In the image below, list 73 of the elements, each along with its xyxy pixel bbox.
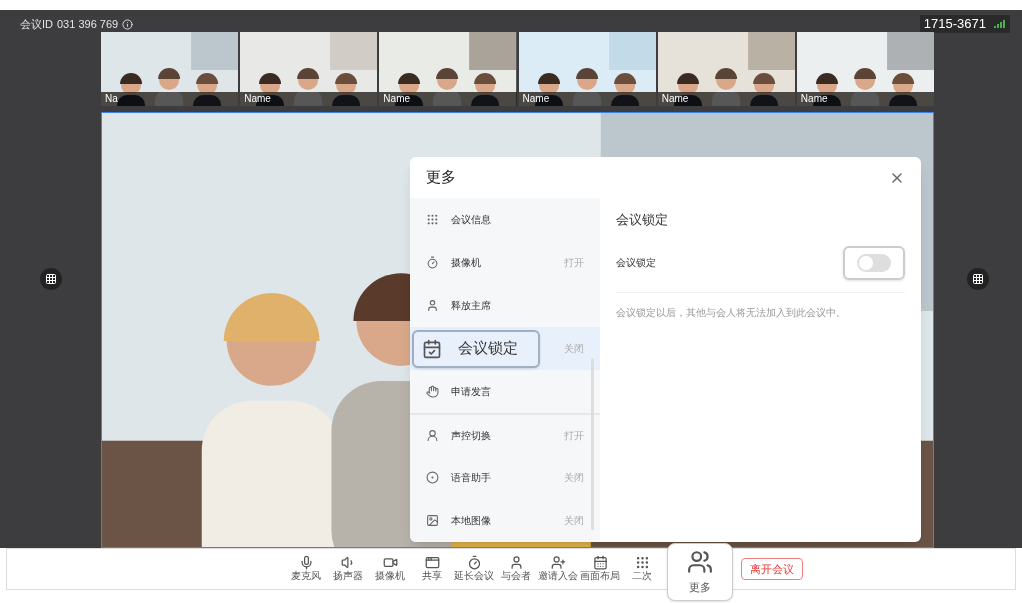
toolbar-button[interactable]: 麦克风 bbox=[285, 555, 327, 583]
meeting-id-label: 会议ID bbox=[20, 17, 53, 32]
menu-status: 打开 bbox=[564, 429, 584, 443]
menu-status: 打开 bbox=[564, 256, 584, 270]
people-icon bbox=[687, 548, 713, 575]
participant-name: Na bbox=[101, 92, 239, 106]
menu-icon bbox=[426, 471, 439, 484]
dialog-title: 更多 bbox=[426, 167, 456, 188]
video-tile[interactable]: Name bbox=[518, 32, 656, 106]
calendar-icon bbox=[592, 555, 608, 571]
toolbar-button[interactable]: 画面布局 bbox=[579, 555, 621, 583]
timer-icon bbox=[466, 555, 482, 571]
menu-item[interactable]: 本地图像 关闭 bbox=[410, 499, 600, 542]
setting-label: 会议锁定 bbox=[616, 256, 656, 270]
menu-item[interactable]: 语音助手 关闭 bbox=[410, 456, 600, 499]
toolbar-button[interactable]: 与会者 bbox=[495, 555, 537, 583]
video-tile[interactable]: Name bbox=[796, 32, 935, 106]
menu-status: 关闭 bbox=[564, 342, 584, 356]
grid-icon bbox=[634, 555, 650, 571]
menu-icon bbox=[426, 385, 439, 398]
menu-item[interactable]: 申请发言 bbox=[410, 370, 600, 413]
toolbar-button[interactable]: 延长会议 bbox=[453, 555, 495, 583]
video-tile[interactable]: Na bbox=[101, 32, 239, 106]
toggle-switch[interactable] bbox=[857, 253, 891, 272]
menu-label: 释放主席 bbox=[451, 299, 491, 313]
person-icon bbox=[508, 555, 524, 571]
menu-item[interactable]: 释放主席 bbox=[410, 284, 600, 327]
toolbar-button[interactable]: 共享 bbox=[411, 555, 453, 583]
video-tile[interactable]: Name bbox=[657, 32, 795, 106]
menu-item[interactable]: 会议锁定 关闭 bbox=[410, 327, 600, 370]
toolbar-button[interactable]: 扬声器 bbox=[327, 555, 369, 583]
toolbar-button[interactable]: 摄像机 bbox=[369, 555, 411, 583]
toolbar-button[interactable]: 二次 bbox=[621, 555, 663, 583]
menu-icon bbox=[422, 338, 442, 359]
meeting-id-value: 031 396 769 bbox=[57, 17, 119, 32]
participant-name: Name bbox=[518, 92, 656, 106]
menu-label: 语音助手 bbox=[451, 471, 491, 485]
grid-icon bbox=[972, 273, 984, 285]
menu-icon bbox=[426, 213, 439, 226]
menu-icon bbox=[426, 299, 439, 312]
grid-button[interactable] bbox=[39, 268, 62, 290]
menu-status: 关闭 bbox=[564, 471, 584, 485]
menu-label: 声控切换 bbox=[451, 429, 491, 443]
window-icon bbox=[424, 555, 440, 571]
participant-name: Name bbox=[657, 92, 795, 106]
toolbar-button[interactable]: 邀请入会 bbox=[537, 555, 579, 583]
menu-label: 会议信息 bbox=[451, 213, 491, 227]
menu-label: 摄像机 bbox=[451, 256, 481, 270]
menu-status: 关闭 bbox=[564, 514, 584, 528]
participant-name: Name bbox=[796, 92, 935, 106]
menu-label: 本地图像 bbox=[451, 514, 491, 528]
video-tile[interactable]: Name bbox=[379, 32, 517, 106]
video-tile[interactable]: Name bbox=[240, 32, 378, 106]
menu-icon bbox=[426, 256, 439, 269]
room-code: 1715-3671 bbox=[923, 15, 986, 34]
setting-description: 会议锁定以后，其他与会人将无法加入到此会议中。 bbox=[616, 305, 847, 320]
menu-label: 会议锁定 bbox=[458, 338, 518, 359]
menu-icon bbox=[426, 514, 439, 527]
detail-title: 会议锁定 bbox=[616, 211, 669, 229]
leave-button[interactable]: 离开会议 bbox=[741, 558, 803, 580]
participant-name: Name bbox=[379, 92, 517, 106]
signal-icon bbox=[994, 20, 1006, 28]
participant-name: Name bbox=[240, 92, 378, 106]
menu-item[interactable]: 摄像机 打开 bbox=[410, 241, 600, 284]
more-button[interactable]: 更多 bbox=[667, 543, 733, 601]
grid-icon bbox=[44, 273, 57, 285]
menu-label: 申请发言 bbox=[451, 385, 491, 399]
grid-button[interactable] bbox=[967, 268, 989, 290]
menu-icon bbox=[426, 429, 439, 442]
menu-item[interactable]: 会议信息 bbox=[410, 198, 600, 241]
add-person-icon bbox=[550, 555, 566, 571]
microphone-icon bbox=[298, 555, 314, 571]
info-icon[interactable] bbox=[122, 18, 134, 30]
